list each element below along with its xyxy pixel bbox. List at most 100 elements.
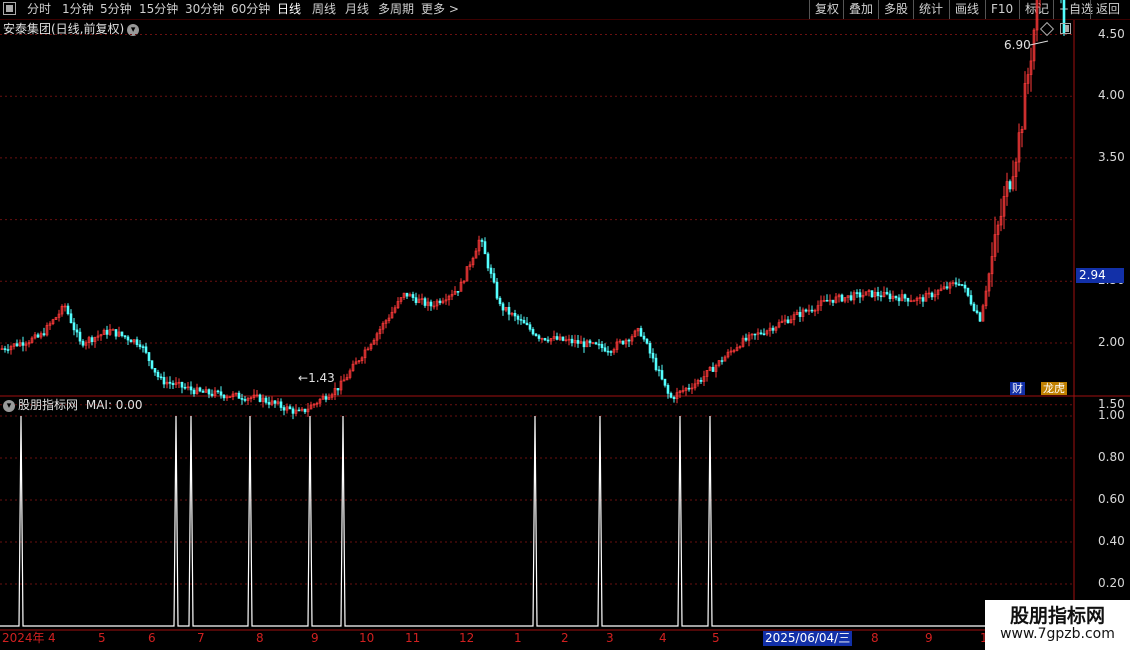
window-toggle-icon[interactable] — [3, 2, 16, 15]
candle-body — [945, 286, 949, 289]
candle-body — [300, 408, 304, 411]
candle-body — [939, 288, 943, 291]
dragon-tiger-badge[interactable]: 龙虎 — [1041, 382, 1067, 395]
candle-body — [642, 335, 646, 340]
candle-body — [648, 343, 652, 354]
chevron-down-icon[interactable]: ▾ — [3, 399, 15, 412]
candle-body — [3, 348, 7, 350]
tab-multi-period[interactable]: 多周期 — [378, 0, 414, 19]
candle-body — [840, 294, 844, 302]
diamond-icon[interactable] — [1039, 21, 1055, 37]
candle-body — [465, 266, 469, 282]
statistics-button[interactable]: 统计 — [913, 0, 943, 19]
candle-body — [207, 389, 211, 395]
candle-body — [666, 385, 670, 394]
candle-body — [54, 317, 58, 320]
candle-body — [969, 295, 973, 305]
candle-body — [603, 347, 607, 352]
selected-date-label: 2025/06/04/三 — [763, 631, 853, 646]
candle-body — [897, 297, 901, 302]
tab-1min[interactable]: 1分钟 — [62, 0, 94, 19]
candle-body — [303, 408, 307, 413]
candle-body — [249, 397, 253, 399]
candle-body — [891, 295, 895, 300]
candle-body — [84, 342, 88, 346]
candle-body — [93, 336, 97, 343]
candle-body — [321, 396, 325, 400]
candle-body — [576, 340, 580, 344]
candle-body — [399, 297, 403, 302]
high-price-value: 6.90 — [1004, 38, 1031, 52]
tab-daily[interactable]: 日线 — [277, 0, 301, 19]
panel-toggle-icon[interactable] — [1060, 23, 1071, 34]
month-label: 5 — [98, 631, 106, 645]
candle-body — [690, 387, 694, 390]
back-button[interactable]: 返回 — [1090, 0, 1120, 19]
main-chart — [0, 0, 1130, 631]
candle-body — [933, 294, 937, 298]
month-label: 4 — [659, 631, 667, 645]
f10-button[interactable]: F10 — [985, 0, 1013, 19]
candle-body — [66, 305, 70, 315]
chevron-down-icon[interactable]: ▾ — [127, 23, 140, 36]
candle-body — [627, 339, 631, 342]
candle-body — [963, 284, 967, 289]
candle-body — [63, 305, 67, 308]
candle-body — [174, 382, 178, 385]
candle-body — [987, 273, 991, 292]
add-watchlist-button[interactable]: +自选 — [1053, 0, 1093, 19]
draw-line-button[interactable]: 画线 — [949, 0, 979, 19]
tab-more[interactable]: 更多 > — [421, 0, 459, 19]
month-label: 2 — [561, 631, 569, 645]
price-axis-label: 4.50 — [1098, 26, 1125, 41]
candle-body — [336, 388, 340, 391]
tab-weekly[interactable]: 周线 — [312, 0, 336, 19]
candle-body — [846, 295, 850, 298]
candle-body — [201, 390, 205, 393]
candle-body — [57, 313, 61, 318]
restore-rights-button[interactable]: 复权 — [809, 0, 839, 19]
candle-body — [720, 360, 724, 362]
candle-body — [405, 292, 409, 297]
candle-body — [6, 349, 10, 351]
candle-body — [570, 338, 574, 344]
tab-monthly[interactable]: 月线 — [345, 0, 369, 19]
candle-body — [960, 284, 964, 286]
candle-body — [69, 313, 73, 324]
tab-15min[interactable]: 15分钟 — [139, 0, 178, 19]
candle-body — [930, 292, 934, 298]
candle-body — [630, 336, 634, 342]
candle-body — [117, 331, 121, 337]
tab-30min[interactable]: 30分钟 — [185, 0, 224, 19]
candle-body — [975, 310, 979, 313]
candle-body — [126, 336, 130, 341]
candle-body — [216, 390, 220, 393]
tab-5min[interactable]: 5分钟 — [100, 0, 132, 19]
mark-button[interactable]: 标记 — [1019, 0, 1049, 19]
tab-fenshi[interactable]: 分时 — [27, 0, 51, 19]
candle-body — [186, 386, 190, 389]
candle-body — [339, 380, 343, 391]
candle-body — [231, 393, 235, 397]
candle-body — [87, 337, 91, 343]
candle-body — [546, 339, 550, 342]
candle-body — [132, 339, 136, 343]
month-label: 9 — [311, 631, 319, 645]
candle-body — [738, 346, 742, 348]
multi-stock-button[interactable]: 多股 — [878, 0, 908, 19]
candle-body — [81, 340, 85, 346]
candle-body — [507, 306, 511, 315]
indicator-axis-label: 0.60 — [1098, 492, 1125, 506]
candle-body — [765, 330, 769, 335]
financial-badge[interactable]: 财 — [1010, 382, 1025, 395]
tab-60min[interactable]: 60分钟 — [231, 0, 270, 19]
overlay-button[interactable]: 叠加 — [843, 0, 873, 19]
candle-body — [822, 300, 826, 302]
candle-body — [741, 337, 745, 347]
candle-body — [843, 297, 847, 302]
mai-indicator-line — [0, 415, 1074, 627]
candle-body — [561, 336, 565, 341]
candle-body — [867, 290, 871, 292]
candle-body — [177, 381, 181, 384]
candle-body — [606, 350, 610, 353]
